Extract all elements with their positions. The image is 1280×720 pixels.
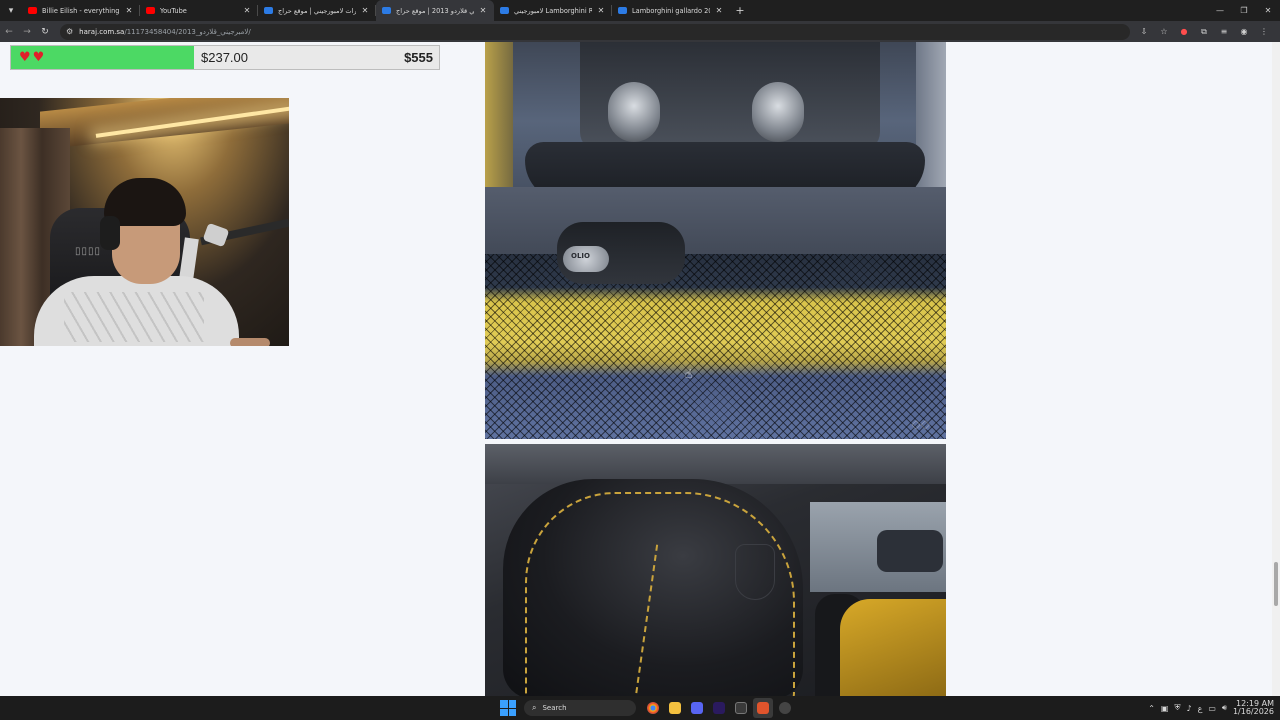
tab-title: لامبورجيني Lamborghini Revuelto	[514, 6, 592, 15]
haraj-icon	[382, 7, 391, 14]
tab-billie-eilish[interactable]: Billie Eilish - everything i wanted ✕	[22, 0, 140, 21]
haraj-icon	[264, 7, 273, 14]
new-tab-button[interactable]: +	[730, 4, 750, 17]
tab-title: Billie Eilish - everything i wanted	[42, 6, 120, 15]
address-bar-row: ← → ↻ ⚙ haraj.com.sa /11173458404/2013_ل…	[0, 21, 1280, 42]
listing-photo-seat[interactable]	[485, 444, 946, 696]
tab-haraj-revuelto[interactable]: لامبورجيني Lamborghini Revuelto ✕	[494, 0, 612, 21]
tab-haraj-gallardo-2010[interactable]: Lamborghini gallardo 2010 | حراج ✕	[612, 0, 730, 21]
forward-icon[interactable]: →	[18, 27, 36, 37]
tray-security-icon[interactable]: ⛨	[1174, 703, 1180, 713]
menu-kebab-icon[interactable]: ⋮	[1254, 27, 1274, 37]
tray-app-icon[interactable]: ▣	[1161, 704, 1169, 713]
tray-network-icon[interactable]: ▭	[1208, 704, 1216, 713]
taskbar-clock[interactable]: 12:19 AM 1/16/2026	[1233, 700, 1274, 716]
close-icon[interactable]: ✕	[242, 6, 252, 15]
youtube-icon	[146, 7, 155, 14]
tab-haraj-lamborghini-cars[interactable]: سيارات لامبورجيني | موقع حراج ✕	[258, 0, 376, 21]
steam-icon[interactable]	[775, 698, 795, 718]
donation-goal-bar: ♥♥ $237.00 $555	[10, 45, 440, 70]
close-window-icon[interactable]: ✕	[1256, 0, 1280, 21]
donation-goal-amount: $555	[404, 50, 433, 65]
haraj-icon	[618, 7, 627, 14]
scrollbar-thumb[interactable]	[1274, 562, 1278, 606]
close-icon[interactable]: ✕	[596, 6, 606, 15]
close-icon[interactable]: ✕	[360, 6, 370, 15]
windows-taskbar: ⌕ Search ⌃ ▣ ⛨ ♪ ع ▭ 🔊︎ 12:19 AM 1/16/20…	[0, 696, 1280, 720]
page-scrollbar[interactable]	[1272, 42, 1280, 696]
premiere-icon[interactable]	[709, 698, 729, 718]
close-icon[interactable]: ✕	[714, 6, 724, 15]
minimize-icon[interactable]: —	[1208, 0, 1232, 21]
reading-list-icon[interactable]: ≡	[1214, 27, 1234, 37]
tray-mic-icon[interactable]: ♪	[1186, 704, 1191, 713]
bookmark-star-icon[interactable]: ☆	[1154, 27, 1174, 37]
engine-block	[580, 42, 880, 152]
discord-icon[interactable]	[687, 698, 707, 718]
tab-haraj-gallardo-2013[interactable]: لامبرجيني قلاردو 2013 | موقع حراج ✕	[376, 0, 494, 21]
streamer-shirt	[34, 276, 239, 346]
haraj-icon	[500, 7, 509, 14]
lamborghini-emblem-icon	[735, 544, 775, 600]
tray-language-icon[interactable]: ع	[1198, 704, 1203, 713]
restore-icon[interactable]: ❐	[1232, 0, 1256, 21]
tray-overflow-icon[interactable]: ⌃	[1148, 704, 1155, 713]
file-explorer-icon[interactable]	[665, 698, 685, 718]
excel-icon[interactable]	[731, 698, 751, 718]
search-placeholder: Search	[542, 704, 567, 712]
url-input[interactable]: ⚙ haraj.com.sa /11173458404/2013_لامبرجي…	[60, 23, 1130, 40]
close-icon[interactable]: ✕	[124, 6, 134, 15]
url-site: haraj.com.sa	[79, 27, 125, 36]
url-path: /11173458404/2013_لامبرجيني_قلاردو/	[124, 27, 251, 36]
yellow-seat-trim	[840, 599, 946, 696]
chair-logo: ▯▯▯▯	[75, 246, 102, 257]
hearts-icon: ♥♥	[19, 50, 47, 65]
taskbar-search-box[interactable]: ⌕ Search	[524, 700, 636, 716]
chrome-icon[interactable]	[643, 698, 663, 718]
tab-title: Lamborghini gallardo 2010 | حراج	[632, 6, 710, 15]
headset-icon	[100, 216, 120, 250]
back-icon[interactable]: ←	[0, 27, 18, 37]
reload-icon[interactable]: ↻	[36, 27, 54, 37]
tab-title: سيارات لامبورجيني | موقع حراج	[278, 6, 356, 15]
extension-icon[interactable]: ●	[1174, 27, 1194, 37]
system-tray: ⌃ ▣ ⛨ ♪ ع ▭ 🔊︎ 12:19 AM 1/16/2026	[1148, 696, 1274, 720]
tab-youtube[interactable]: YouTube ✕	[140, 0, 258, 21]
engine-mesh-grille	[485, 254, 946, 439]
profile-icon[interactable]: ◉	[1234, 27, 1254, 37]
extensions-puzzle-icon[interactable]: ⧉	[1194, 27, 1214, 37]
install-app-icon[interactable]: ⇩	[1134, 27, 1154, 37]
obs-icon[interactable]	[753, 698, 773, 718]
clock-date: 1/16/2026	[1232, 707, 1274, 716]
tab-search-icon[interactable]: ▾	[0, 0, 22, 21]
window-controls: — ❐ ✕	[1208, 0, 1280, 21]
tray-volume-icon[interactable]: 🔊︎	[1222, 703, 1227, 713]
oil-cap-label: OLIO	[571, 252, 590, 260]
haraj-watermark-icon: ◇◇	[911, 417, 930, 431]
youtube-icon	[28, 7, 37, 14]
donation-current-amount: $237.00	[201, 50, 248, 65]
close-icon[interactable]: ✕	[478, 6, 488, 15]
tab-title: YouTube	[160, 6, 187, 15]
search-icon: ⌕	[532, 703, 537, 712]
streamer-webcam: ▯▯▯▯	[0, 98, 289, 346]
browser-tab-strip: ▾ Billie Eilish - everything i wanted ✕ …	[0, 0, 1280, 21]
windows-start-icon[interactable]	[500, 700, 516, 716]
site-info-icon[interactable]: ⚙	[66, 27, 73, 36]
hand-cursor-icon: ☝	[685, 367, 693, 381]
web-page: ♥♥ $237.00 $555 ▯▯▯▯ OLIO ◇◇ ☝	[0, 42, 1280, 696]
tab-title: لامبرجيني قلاردو 2013 | موقع حراج	[396, 6, 474, 15]
listing-photo-engine[interactable]: OLIO ◇◇ ☝	[485, 42, 946, 439]
